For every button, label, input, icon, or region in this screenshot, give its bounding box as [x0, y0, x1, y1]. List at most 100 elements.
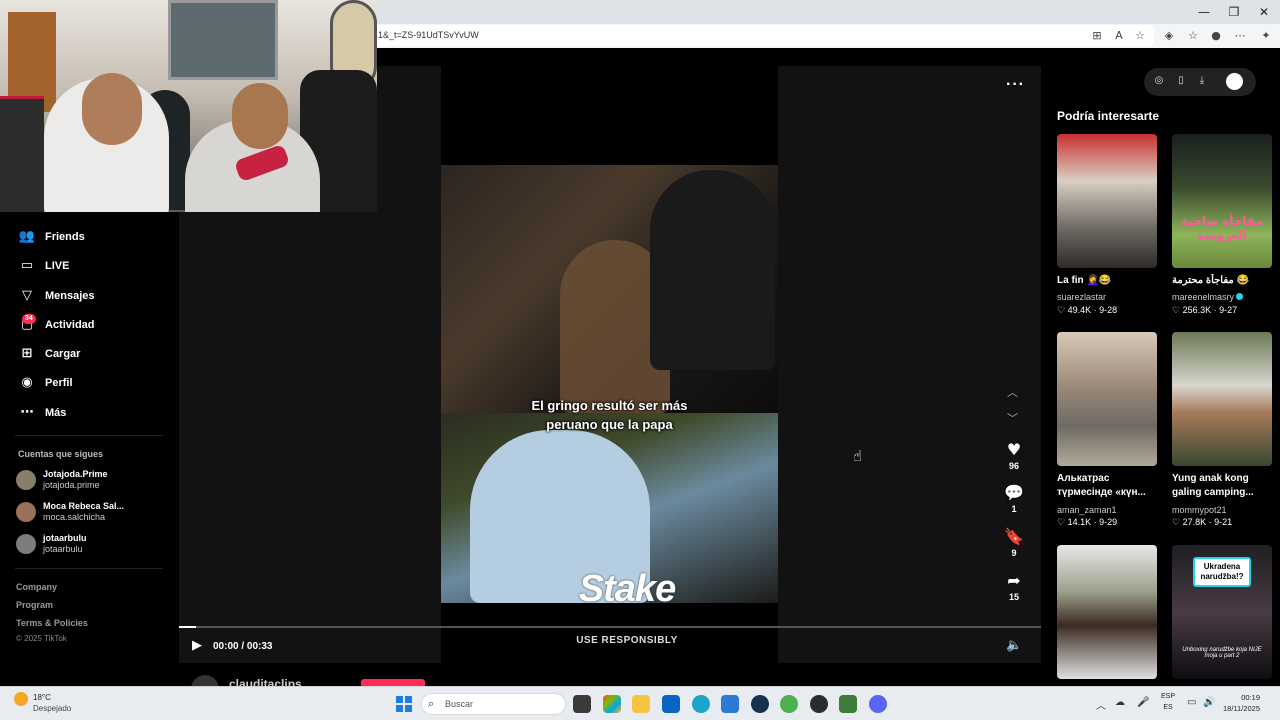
heart-outline-icon: ♡	[1172, 517, 1183, 527]
microphone-tray-icon[interactable]: 🎤	[1137, 697, 1149, 708]
heart-outline-icon: ♡	[1057, 517, 1068, 527]
show-hidden-icons-icon[interactable]: ︿	[1096, 697, 1106, 712]
chevron-up-icon[interactable]: ︿	[1007, 384, 1018, 400]
reco-user[interactable]: mommypot21	[1172, 505, 1227, 515]
sidebar-item-profile[interactable]: ◉ Perfil	[18, 373, 72, 393]
sidebar-item-upload[interactable]: ⊞ Cargar	[18, 344, 81, 364]
notepad-icon[interactable]	[721, 695, 739, 713]
comment-button[interactable]: 💬 1	[1002, 483, 1026, 515]
reco-title[interactable]: مفاجأة محترمة 😂	[1172, 274, 1276, 288]
volume-icon[interactable]: 🔈	[1006, 638, 1022, 653]
vegas-icon[interactable]	[839, 695, 857, 713]
chevron-down-icon[interactable]: ﹀	[1007, 410, 1018, 426]
keyboard-indicator[interactable]: ES	[1157, 704, 1179, 711]
share-icon: ➦	[1007, 571, 1021, 590]
restore-button[interactable]: ❐	[1219, 2, 1249, 22]
reco-date: 9-28	[1099, 305, 1118, 315]
weather-temperature[interactable]: 18°C	[33, 693, 51, 702]
reco-title[interactable]: Алькатрас түрмесінде «күн...	[1057, 472, 1161, 500]
network-icon[interactable]: ▭	[1187, 697, 1196, 708]
sidebar-item-label: Más	[45, 407, 67, 419]
following-item[interactable]: jotaarbulu jotaarbulu	[16, 530, 87, 558]
edge-icon[interactable]	[692, 695, 710, 713]
weather-description[interactable]: Despejado	[33, 704, 71, 713]
close-button[interactable]: ✕	[1249, 2, 1279, 22]
footer-program-link[interactable]: Program	[16, 600, 53, 610]
following-handle: moca.salchicha	[43, 512, 106, 522]
reco-thumbnail[interactable]	[1172, 134, 1272, 268]
sidebar-item-live[interactable]: ▭ LIVE	[18, 256, 70, 276]
reco-stats: ♡ 49.4K · 9-28	[1057, 305, 1118, 315]
windows-start-icon[interactable]	[396, 696, 412, 712]
reco-user[interactable]: aman_zaman1	[1057, 505, 1117, 515]
following-item[interactable]: Moca Rebeca Sal... moca.salchicha	[16, 498, 124, 526]
progress-bar[interactable]	[179, 626, 1041, 628]
comment-count: 1	[1011, 504, 1017, 514]
phone-icon[interactable]: ▯	[1174, 74, 1188, 88]
footer-company-link[interactable]: Company	[16, 582, 57, 592]
chrome-icon[interactable]	[780, 695, 798, 713]
sidebar-divider	[15, 435, 163, 436]
play-icon[interactable]: ▶	[192, 638, 202, 653]
reco-thumbnail[interactable]	[1057, 134, 1157, 268]
menu-dots-icon[interactable]: ⋯	[1232, 28, 1248, 44]
more-options-icon[interactable]: ···	[1006, 76, 1025, 94]
footer-terms-link[interactable]: Terms & Policies	[16, 618, 88, 628]
heart-outline-icon: ♡	[1172, 305, 1183, 315]
user-avatar[interactable]	[1226, 73, 1243, 90]
copilot-app-icon[interactable]	[603, 695, 621, 713]
obs-icon[interactable]	[810, 695, 828, 713]
reco-likes: 27.8K	[1182, 517, 1207, 527]
discord-icon[interactable]	[869, 695, 887, 713]
reco-user[interactable]: mareenelmasry	[1172, 292, 1244, 302]
profile-avatar-icon[interactable]: ●	[1208, 28, 1224, 44]
reco-title[interactable]: La fin 🤦‍♀️😂	[1057, 274, 1161, 288]
sidebar-item-label: Actividad	[45, 319, 95, 331]
messages-icon: ▽	[22, 288, 32, 303]
sidebar-item-label: LIVE	[45, 260, 70, 272]
reco-title[interactable]: Yung anak kong galing camping...	[1172, 472, 1276, 500]
following-item[interactable]: Jotajoda.Prime jotajoda.prime	[16, 466, 108, 494]
like-button[interactable]: ♥ 96	[1002, 440, 1026, 472]
save-button[interactable]: 🔖 9	[1002, 527, 1026, 559]
following-name: Jotajoda.Prime	[43, 469, 108, 479]
favorites-icon[interactable]: ☆	[1185, 28, 1201, 44]
avatar	[16, 470, 36, 490]
extension-icon[interactable]: ◈	[1161, 28, 1177, 44]
read-aloud-icon[interactable]: A	[1111, 28, 1127, 44]
minimize-button[interactable]: —	[1189, 2, 1219, 22]
reco-thumbnail[interactable]	[1057, 332, 1157, 466]
onedrive-icon[interactable]: ☁	[1115, 697, 1125, 708]
thumbnail-overlay-text: مفاجأة صاحبة العروسة	[1181, 214, 1263, 242]
reco-thumbnail[interactable]	[1172, 332, 1272, 466]
friends-icon: 👥	[18, 229, 36, 244]
share-button[interactable]: ➦ 15	[1002, 571, 1026, 603]
save-count: 9	[1011, 548, 1017, 558]
store-icon[interactable]	[662, 695, 680, 713]
sidebar-item-messages[interactable]: ▽ Mensajes	[18, 286, 95, 306]
following-title: Cuentas que sigues	[18, 449, 104, 459]
task-view-icon[interactable]	[573, 695, 591, 713]
steam-icon[interactable]	[751, 695, 769, 713]
address-text[interactable]: 1&_t=ZS-91UdTSvYvUW	[378, 30, 479, 40]
app-available-icon[interactable]: ⊞	[1089, 28, 1105, 44]
sidebar-item-friends[interactable]: 👥 Friends	[18, 227, 85, 247]
reco-thumbnail[interactable]	[1057, 545, 1157, 679]
speaker-icon[interactable]: 🔊	[1203, 697, 1215, 708]
copilot-icon[interactable]: ✦	[1258, 28, 1274, 44]
sidebar-item-more[interactable]: ⋯ Más	[18, 403, 67, 423]
download-icon[interactable]: ⤓	[1195, 74, 1209, 88]
taskbar-search[interactable]	[421, 693, 566, 715]
language-indicator[interactable]: ESP	[1157, 693, 1179, 700]
progress-bar-fill	[179, 626, 197, 628]
coins-icon[interactable]: ◎	[1152, 74, 1166, 88]
system-clock[interactable]: 00:19 18/11/2025	[1220, 692, 1260, 714]
search-placeholder[interactable]: Buscar	[445, 699, 473, 709]
favorite-star-icon[interactable]: ☆	[1132, 28, 1148, 44]
address-bar[interactable]	[372, 25, 1154, 46]
reco-stats: ♡ 27.8K · 9-21	[1172, 517, 1233, 527]
reco-user[interactable]: suarezlastar	[1057, 292, 1106, 302]
activity-badge: 34	[22, 314, 36, 324]
weather-sun-icon[interactable]	[14, 692, 28, 706]
file-explorer-icon[interactable]	[632, 695, 650, 713]
